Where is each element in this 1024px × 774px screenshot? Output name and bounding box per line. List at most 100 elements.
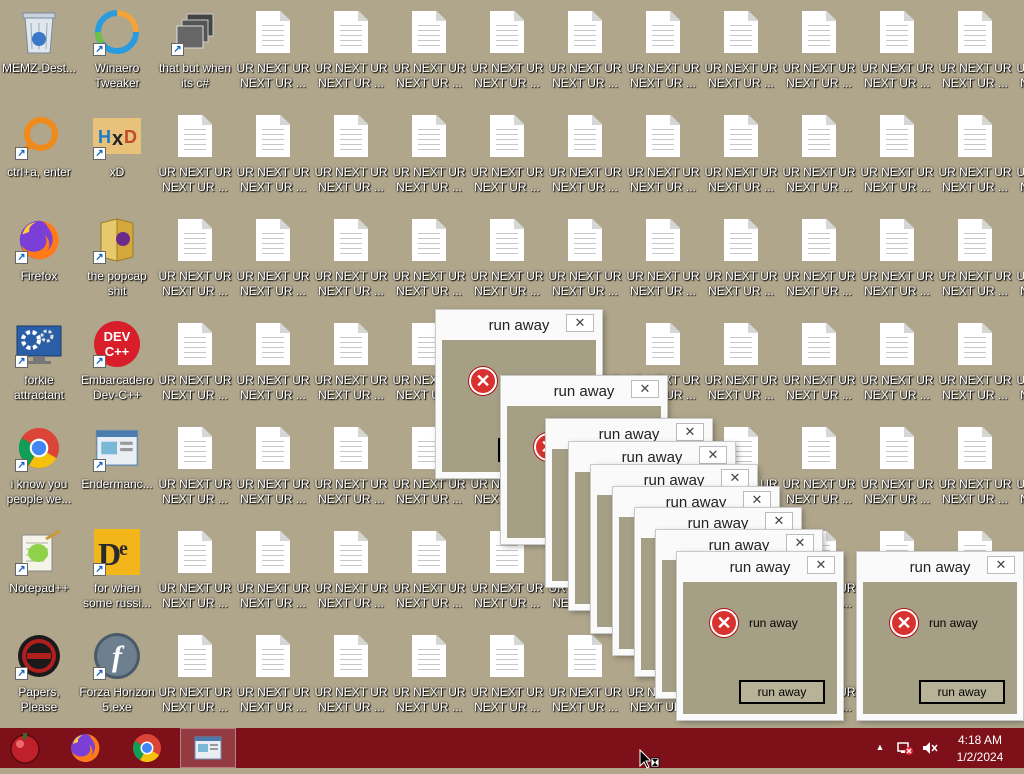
desktop-icon-text-file[interactable]: UR NEXT UR NEXT UR ... xyxy=(546,104,624,208)
desktop-icon-text-file[interactable]: UR NEXT UR NEXT UR ... xyxy=(702,0,780,104)
desktop-icon-flash[interactable]: f ↗ Forza Horizon 5.exe xyxy=(78,624,156,728)
desktop-icon-text-file[interactable]: UR NEXT UR NEXT UR ... xyxy=(156,104,234,208)
desktop-icon-text-file[interactable]: UR NEXT UR NEXT UR ... xyxy=(780,208,858,312)
desktop-icon-text-file[interactable]: UR NEXT UR NEXT UR ... xyxy=(390,104,468,208)
desktop-icon-text-file[interactable]: UR NEXT UR NEXT UR ... xyxy=(858,416,936,520)
desktop-icon-text-file[interactable]: UR NEXT UR NEXT UR ... xyxy=(702,312,780,416)
desktop-icon-text-file[interactable]: UR NEXT UR NEXT UR ... xyxy=(624,208,702,312)
desktop-icon-text-file[interactable]: UR NEXT UR NEXT UR ... xyxy=(702,208,780,312)
desktop-icon-text-file[interactable]: UR NEXT UR NEXT UR ... xyxy=(156,312,234,416)
desktop-icon-text-file[interactable]: UR NEXT UR NEXT UR ... xyxy=(858,0,936,104)
desktop-icon-app-shortcut[interactable]: ↗ that but when its c# xyxy=(156,0,234,104)
desktop-icon-text-file[interactable]: UR NEXT UR NEXT UR ... xyxy=(234,624,312,728)
desktop-icon-text-file[interactable]: UR NEXT UR NEXT UR ... xyxy=(624,0,702,104)
desktop-icon-text-file[interactable]: UR NEXT UR NEXT UR ... xyxy=(234,416,312,520)
desktop-icon-text-file[interactable]: UR NEXT UR NEXT UR ... xyxy=(312,624,390,728)
desktop-icon-text-file[interactable]: UR NEXT UR NEXT UR ... xyxy=(936,0,1014,104)
dialog-ok-button[interactable]: run away xyxy=(919,680,1005,704)
desktop-icon-text-file[interactable]: UR NEXT UR NEXT UR ... xyxy=(234,312,312,416)
desktop-icon-text-file[interactable]: UR NEXT UR NEXT UR ... xyxy=(234,104,312,208)
taskbar-app-button[interactable] xyxy=(180,728,236,768)
desktop-icon-text-file[interactable]: UR NEXT UR NEXT UR ... xyxy=(1014,312,1024,416)
error-dialog[interactable]: run away✕✕run awayrun away xyxy=(857,552,1023,720)
desktop-icon-text-file[interactable]: UR NEXT UR NEXT UR ... xyxy=(936,312,1014,416)
desktop-icon-text-file[interactable]: UR NEXT UR NEXT UR ... xyxy=(702,104,780,208)
desktop-icon-text-file[interactable]: UR NEXT UR NEXT UR ... xyxy=(1014,416,1024,520)
dialog-ok-button[interactable]: run away xyxy=(739,680,825,704)
desktop-icon-notepadpp[interactable]: ↗ Notepad++ xyxy=(0,520,78,624)
desktop-icon-text-file[interactable]: UR NEXT UR NEXT UR ... xyxy=(1014,0,1024,104)
desktop-icon-chrome[interactable]: ↗ i know you people we... xyxy=(0,416,78,520)
desktop-icon-text-file[interactable]: UR NEXT UR NEXT UR ... xyxy=(468,208,546,312)
desktop-icon-text-file[interactable]: UR NEXT UR NEXT UR ... xyxy=(936,416,1014,520)
clock-date[interactable]: 1/2/2024 xyxy=(944,750,1016,764)
dialog-close-button[interactable]: ✕ xyxy=(743,491,771,509)
desktop-icon-text-file[interactable]: UR NEXT UR NEXT UR ... xyxy=(312,104,390,208)
desktop-icon-devcpp[interactable]: DEV C++ ↗ Embarcadero Dev-C++ xyxy=(78,312,156,416)
dialog-close-button[interactable]: ✕ xyxy=(786,534,814,552)
desktop-icon-de-app[interactable]: De ↗ for when some russi... xyxy=(78,520,156,624)
desktop-icon-monitor-gear[interactable]: ↗ forkie attractant xyxy=(0,312,78,416)
desktop-icon-papers-please[interactable]: ↗ Papers, Please xyxy=(0,624,78,728)
notepadpp-icon: ↗ xyxy=(15,528,63,576)
dialog-close-button[interactable]: ✕ xyxy=(699,446,727,464)
desktop-icon-text-file[interactable]: UR NEXT UR NEXT UR ... xyxy=(546,0,624,104)
desktop-icon-text-file[interactable]: UR NEXT UR NEXT UR ... xyxy=(156,416,234,520)
desktop-icon-text-file[interactable]: UR NEXT UR NEXT UR ... xyxy=(312,0,390,104)
dialog-close-button[interactable]: ✕ xyxy=(631,380,659,398)
dialog-close-button[interactable]: ✕ xyxy=(566,314,594,332)
desktop-icon-text-file[interactable]: UR NEXT UR NEXT UR ... xyxy=(780,416,858,520)
desktop-icon-label: UR NEXT UR NEXT UR ... xyxy=(470,581,544,610)
desktop-icon-text-file[interactable]: UR NEXT UR NEXT UR ... xyxy=(858,208,936,312)
dialog-close-button[interactable]: ✕ xyxy=(987,556,1015,574)
dialog-close-button[interactable]: ✕ xyxy=(676,423,704,441)
desktop-icon-text-file[interactable]: UR NEXT UR NEXT UR ... xyxy=(546,208,624,312)
desktop-icon-text-file[interactable]: UR NEXT UR NEXT UR ... xyxy=(1014,104,1024,208)
show-hidden-icons-button[interactable]: ▲ xyxy=(874,742,886,754)
dialog-close-button[interactable]: ✕ xyxy=(807,556,835,574)
start-button[interactable] xyxy=(0,728,50,768)
desktop-icon-winaero-tweaker[interactable]: ↗ Winaero Tweaker xyxy=(78,0,156,104)
clock-time[interactable]: 4:18 AM xyxy=(944,733,1016,747)
network-icon[interactable] xyxy=(896,740,914,756)
taskbar-chrome-button[interactable] xyxy=(122,728,172,768)
desktop-icon-text-file[interactable]: UR NEXT UR NEXT UR ... xyxy=(858,104,936,208)
volume-muted-icon[interactable] xyxy=(921,740,939,756)
desktop-icon-text-file[interactable]: UR NEXT UR NEXT UR ... xyxy=(312,416,390,520)
desktop-icon-text-file[interactable]: UR NEXT UR NEXT UR ... xyxy=(234,208,312,312)
desktop-icon-text-file[interactable]: UR NEXT UR NEXT UR ... xyxy=(390,208,468,312)
desktop-icon-recycle-bin[interactable]: MEMZ-Dest... xyxy=(0,0,78,104)
desktop-icon-text-file[interactable]: UR NEXT UR NEXT UR ... xyxy=(234,0,312,104)
desktop-icon-firefox[interactable]: ↗ Firefox xyxy=(0,208,78,312)
desktop-icon-text-file[interactable]: UR NEXT UR NEXT UR ... xyxy=(312,520,390,624)
desktop-icon-text-file[interactable]: UR NEXT UR NEXT UR ... xyxy=(468,624,546,728)
desktop-icon-text-file[interactable]: UR NEXT UR NEXT UR ... xyxy=(390,520,468,624)
desktop-icon-text-file[interactable]: UR NEXT UR NEXT UR ... xyxy=(390,0,468,104)
desktop-icon-text-file[interactable]: UR NEXT UR NEXT UR ... xyxy=(624,104,702,208)
taskbar-firefox-button[interactable] xyxy=(60,728,110,768)
desktop-icon-text-file[interactable]: UR NEXT UR NEXT UR ... xyxy=(312,208,390,312)
desktop-icon-text-file[interactable]: UR NEXT UR NEXT UR ... xyxy=(858,312,936,416)
desktop-icon-text-file[interactable]: UR NEXT UR NEXT UR ... xyxy=(780,104,858,208)
desktop-icon-text-file[interactable]: UR NEXT UR NEXT UR ... xyxy=(234,520,312,624)
desktop-icon-text-file[interactable]: UR NEXT UR NEXT UR ... xyxy=(156,208,234,312)
desktop-icon-popcap-folder[interactable]: ↗ the popcap shit xyxy=(78,208,156,312)
desktop-icon-text-file[interactable]: UR NEXT UR NEXT UR ... xyxy=(780,312,858,416)
desktop-icon-text-file[interactable]: UR NEXT UR NEXT UR ... xyxy=(936,208,1014,312)
desktop-icon-hxd[interactable]: Hx D ↗ xD xyxy=(78,104,156,208)
desktop-icon-text-file[interactable]: UR NEXT UR NEXT UR ... xyxy=(312,312,390,416)
desktop-icon-text-file[interactable]: UR NEXT UR NEXT UR ... xyxy=(468,0,546,104)
desktop-icon-text-file[interactable]: UR NEXT UR NEXT UR ... xyxy=(780,0,858,104)
desktop-icon-text-file[interactable]: UR NEXT UR NEXT UR ... xyxy=(390,624,468,728)
error-dialog[interactable]: run away✕✕run awayrun away xyxy=(677,552,843,720)
desktop-icon-orange-ring[interactable]: ↗ ctrl+a, enter xyxy=(0,104,78,208)
desktop-icon-text-file[interactable]: UR NEXT UR NEXT UR ... xyxy=(156,520,234,624)
desktop-icon-window-app[interactable]: ↗ Endermanc... xyxy=(78,416,156,520)
desktop-icon-text-file[interactable]: UR NEXT UR NEXT UR ... xyxy=(156,624,234,728)
desktop-icon-text-file[interactable]: UR NEXT UR NEXT UR ... xyxy=(1014,208,1024,312)
text-file-icon xyxy=(327,320,375,368)
desktop-icon-text-file[interactable]: UR NEXT UR NEXT UR ... xyxy=(468,104,546,208)
dialog-close-button[interactable]: ✕ xyxy=(721,469,749,487)
dialog-close-button[interactable]: ✕ xyxy=(765,512,793,530)
desktop-icon-text-file[interactable]: UR NEXT UR NEXT UR ... xyxy=(936,104,1014,208)
